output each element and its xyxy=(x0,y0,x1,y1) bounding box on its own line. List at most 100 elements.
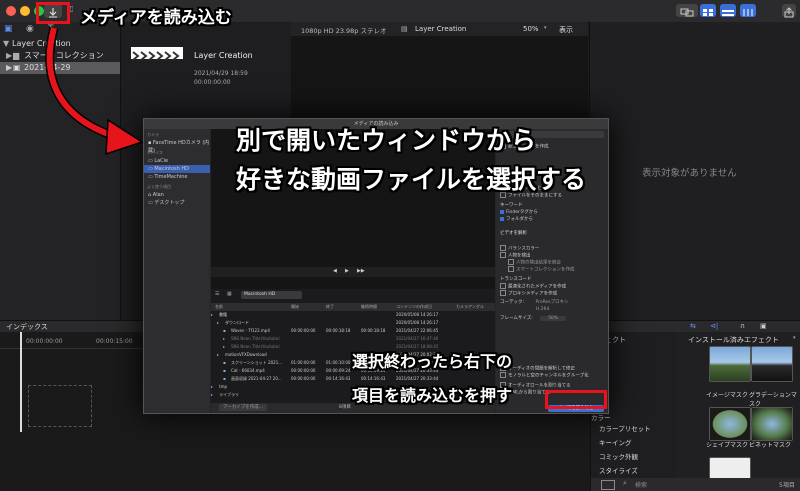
filmstrip-view-icon[interactable]: ▦ xyxy=(227,291,232,297)
audio-group-option[interactable]: モノラルと空のチャンネルをグループ化 xyxy=(500,372,606,379)
effect-thumb-vignette-mask[interactable] xyxy=(751,407,793,441)
index-button[interactable]: インデックス xyxy=(6,322,48,332)
close-window-button[interactable] xyxy=(6,6,16,16)
optimized-media-option[interactable]: 最適化されたメディアを作成 xyxy=(500,283,606,290)
folder-icon: ▆ xyxy=(13,51,20,60)
audio-fix-option[interactable]: オーディオの問題を解析して修正 xyxy=(500,365,606,372)
location-bar: ☰ ▦ Macintosh HD xyxy=(211,291,495,301)
play-icon[interactable]: ▶ xyxy=(345,268,349,274)
share-button[interactable] xyxy=(782,4,796,18)
column-header[interactable]: 継続時間 xyxy=(361,303,377,311)
file-cell-start: 01:00:00:00 xyxy=(291,360,316,365)
source-label: デスクトップ xyxy=(154,200,185,206)
checkbox-checked-icon xyxy=(500,209,504,214)
browser-toggle-button[interactable] xyxy=(700,4,716,17)
source-item-timemachine[interactable]: ▭ TimeMachine xyxy=(144,173,214,181)
find-people-option[interactable]: 人物を検出 xyxy=(500,252,606,259)
annotation-press-import-1: 選択終わったら右下の xyxy=(352,352,513,371)
checkbox-icon xyxy=(508,259,514,265)
checkbox-icon xyxy=(508,266,514,272)
category-item[interactable]: コミック外観 xyxy=(591,451,684,461)
source-item-lacie[interactable]: ▭ LaCie xyxy=(144,157,214,165)
workflow-menu-button[interactable] xyxy=(676,4,698,17)
chevron-down-icon: ▾ xyxy=(544,25,547,31)
effect-thumb-shape-mask[interactable] xyxy=(709,407,751,441)
frame-size-popup[interactable]: 50% xyxy=(540,316,567,321)
minimize-window-button[interactable] xyxy=(20,6,30,16)
file-row[interactable]: ▪ Waves - 7f122.mp4 00:00:00:00 00:00:18:18… xyxy=(211,327,495,335)
file-cell-end: 00:00:18:18 xyxy=(326,328,351,333)
zoom-select[interactable]: 50% xyxy=(523,25,539,33)
source-item-home[interactable]: ⌂ Alan xyxy=(144,191,214,199)
effect-thumb-gradient-mask[interactable] xyxy=(751,346,793,382)
file-icon: ▪ xyxy=(223,368,226,373)
file-row[interactable]: ▸ SNS Neon Title(Youtube) 2021/04/27 16:47… xyxy=(211,335,495,343)
category-item[interactable]: キーイング xyxy=(591,437,684,447)
folder-icon: ▸ xyxy=(211,392,214,397)
codec-h264-option[interactable]: H.264 xyxy=(536,306,596,313)
source-label: Alan xyxy=(152,192,164,198)
file-cell-name: motionVFXDownload xyxy=(225,352,267,357)
view-menu[interactable]: 表示 xyxy=(559,25,573,35)
home-icon: ⌂ xyxy=(148,192,152,198)
share-icon xyxy=(784,7,794,18)
effects-footer: ⌕ 検索 5項目 xyxy=(591,478,800,491)
create-archive-button[interactable]: アーカイブを作成... xyxy=(219,404,268,411)
column-header[interactable]: コンテンツの作成日 xyxy=(396,303,432,311)
timeline-toggle-button[interactable] xyxy=(720,4,736,17)
folder-icon: ▸ xyxy=(223,336,226,341)
source-item-desktop[interactable]: ▭ デスクトップ xyxy=(144,199,214,207)
category-item[interactable]: カラープリセット xyxy=(591,423,684,433)
prev-frame-icon[interactable]: ◀ xyxy=(333,268,337,274)
column-header[interactable]: 名前 xyxy=(215,303,223,311)
format-label: 1080p HD 23.98p ステレオ xyxy=(301,27,387,35)
source-item-macintosh-hd[interactable]: ▭ Macintosh HD xyxy=(144,165,210,173)
inspector-toggle-button[interactable] xyxy=(740,4,756,17)
file-row[interactable]: ▸ 書籍 2020/05/08 14:26:17 xyxy=(211,311,495,319)
playhead[interactable] xyxy=(20,332,22,432)
effects-browser-icon[interactable]: ▣ xyxy=(760,322,767,330)
category-item[interactable]: スタイライズ xyxy=(591,465,684,475)
effects-count: 5項目 xyxy=(779,482,795,489)
library-icon[interactable]: ▣ xyxy=(4,24,13,34)
desktop-icon: ▭ xyxy=(148,200,153,206)
location-popup[interactable]: Macintosh HD xyxy=(241,291,302,299)
audio-roles-option[interactable]: オーディオロールを割り当てる xyxy=(500,382,606,389)
empty-storyline-placeholder xyxy=(28,385,92,427)
consolidate-people-option[interactable]: 人物の検出結果を統合 xyxy=(508,259,606,266)
finder-tags-option[interactable]: Finderタグから xyxy=(500,209,606,216)
headphones-icon[interactable]: ∩ xyxy=(740,322,745,330)
file-cell-name: ライブラリ xyxy=(219,392,239,397)
smart-collections-option[interactable]: スマートコレクションを作成 xyxy=(508,266,606,273)
file-cell-start: 00:00:00:00 xyxy=(291,376,316,381)
clip-appearance-icon[interactable]: ⇆ xyxy=(690,322,696,330)
balance-color-option[interactable]: バランスカラー xyxy=(500,245,606,252)
sidebar-toggle-icon[interactable] xyxy=(601,480,615,490)
column-header[interactable]: 終了 xyxy=(326,303,334,311)
column-header[interactable]: 開始 xyxy=(291,303,299,311)
effect-thumb-image-mask[interactable] xyxy=(709,346,751,382)
checkbox-icon xyxy=(500,372,506,378)
source-item-camera[interactable]: ▪ FaceTime HDカメラ (内蔵) xyxy=(144,139,214,154)
chevron-down-icon: ▾ xyxy=(793,335,796,341)
audio-skimming-icon[interactable]: ⊲| xyxy=(710,322,718,330)
selected-count: 8項目 xyxy=(339,405,351,410)
file-list-header: 名前 開始 終了 継続時間 コンテンツの作成日 カメラアングル xyxy=(211,303,495,311)
effects-search-field[interactable]: 検索 xyxy=(635,480,647,489)
codec-prores-option[interactable]: ProResプロキシ xyxy=(535,300,568,305)
codec-row: コーデック: ProResプロキシ xyxy=(500,300,569,305)
next-frame-icon[interactable]: ▶▶ xyxy=(357,268,365,274)
link-icon xyxy=(680,8,694,17)
list-view-icon[interactable]: ☰ xyxy=(215,291,219,297)
effect-label: シェイプマスク xyxy=(706,442,749,449)
column-header[interactable]: カメラアングル xyxy=(456,303,484,311)
folders-option[interactable]: フォルダから xyxy=(500,216,606,223)
import-sources-sidebar: カメラ ▪ FaceTime HDカメラ (内蔵) デバイス ▭ LaCie ▭… xyxy=(144,129,210,413)
file-cell-name: Cat - 66034.mp4 xyxy=(231,368,265,373)
source-label: LaCie xyxy=(154,158,169,164)
file-row[interactable]: ▸ ダウンロード 2020/05/08 14:26:17 xyxy=(211,319,495,327)
file-icon: ▪ xyxy=(223,376,226,381)
sliders-icon xyxy=(743,9,753,16)
proxy-media-option[interactable]: プロキシメディアを作成 xyxy=(500,290,606,297)
file-cell-name: ダウンロード xyxy=(225,320,249,325)
